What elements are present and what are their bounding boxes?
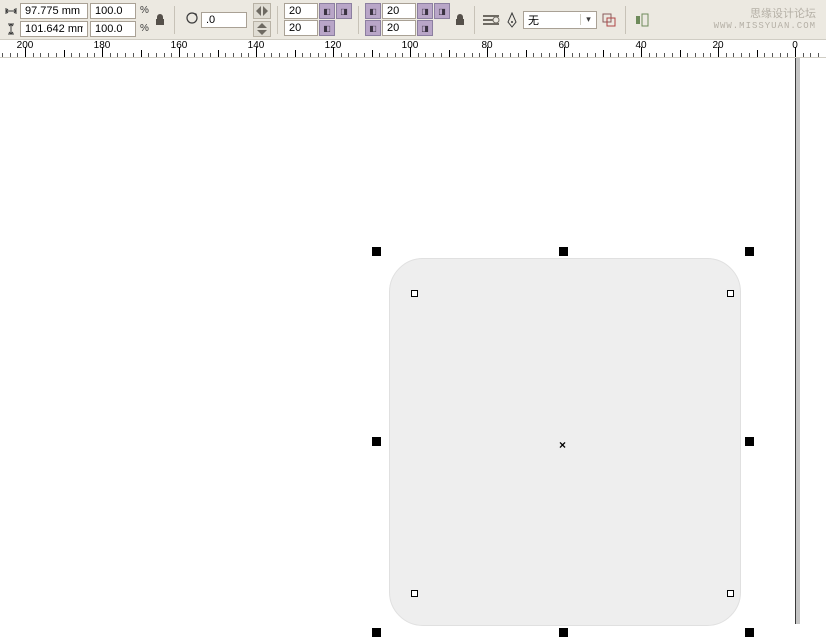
scale-x-input[interactable]: [90, 3, 136, 19]
corner-top-toggle-3[interactable]: ◨: [434, 3, 450, 19]
rotate-icon: [185, 11, 199, 28]
ruler-label: 100: [402, 40, 419, 51]
ruler-label: 180: [94, 40, 111, 51]
corner-handle-tl[interactable]: [411, 290, 418, 297]
selection-handle-bl[interactable]: [372, 628, 381, 637]
center-marker: ×: [559, 438, 566, 452]
skew-bottom-input[interactable]: [284, 20, 318, 36]
mirror-horizontal-button[interactable]: [253, 3, 271, 19]
ruler-label: 160: [171, 40, 188, 51]
skew-group: ◧ ◨ ◧: [284, 3, 352, 36]
corner-top-toggle-2[interactable]: ◨: [417, 3, 433, 19]
separator: [474, 6, 475, 34]
outline-pen-icon[interactable]: [503, 12, 521, 28]
ruler-label: 200: [17, 40, 34, 51]
skew-top-input[interactable]: [284, 3, 318, 19]
object-manager-button[interactable]: [632, 12, 652, 28]
selection-handle-r[interactable]: [745, 437, 754, 446]
scale-group: % %: [90, 3, 150, 37]
outline-width-dropdown[interactable]: 无 ▾: [523, 11, 597, 29]
corner-bottom-input[interactable]: [382, 20, 416, 36]
selection-handle-l[interactable]: [372, 437, 381, 446]
x-position-input[interactable]: [20, 3, 88, 19]
ruler-label: 40: [635, 40, 646, 51]
skew-top-toggle-2[interactable]: ◨: [336, 3, 352, 19]
mirror-group: [249, 3, 271, 37]
corner-top-toggle[interactable]: ◧: [365, 3, 381, 19]
page-shadow: [796, 58, 800, 624]
selection-handle-tr[interactable]: [745, 247, 754, 256]
separator: [625, 6, 626, 34]
corner-handle-br[interactable]: [727, 590, 734, 597]
skew-top-toggle[interactable]: ◧: [319, 3, 335, 19]
mirror-vertical-button[interactable]: [253, 21, 271, 37]
position-group: [4, 3, 88, 37]
selection-handle-t[interactable]: [559, 247, 568, 256]
corner-group: ◧ ◨ ◨ ◧ ◨: [365, 3, 450, 36]
convert-to-curves-button[interactable]: [599, 12, 619, 28]
percent-label: %: [140, 23, 150, 34]
watermark: 思缘设计论坛 WWW.MISSYUAN.COM: [714, 8, 822, 32]
ruler-label: 0: [792, 40, 798, 51]
ruler-label: 140: [248, 40, 265, 51]
corner-handle-tr[interactable]: [727, 290, 734, 297]
watermark-line1: 思缘设计论坛: [714, 8, 816, 20]
corner-top-input[interactable]: [382, 3, 416, 19]
separator: [277, 6, 278, 34]
lock-aspect-icon[interactable]: [152, 13, 168, 27]
outline-width-label: 无: [524, 12, 580, 28]
ruler-label: 80: [481, 40, 492, 51]
height-icon: [4, 23, 18, 35]
y-position-input[interactable]: [20, 21, 88, 37]
chevron-down-icon: ▾: [580, 14, 596, 25]
separator: [358, 6, 359, 34]
scale-y-input[interactable]: [90, 21, 136, 37]
corner-handle-bl[interactable]: [411, 590, 418, 597]
rotation-input[interactable]: [201, 12, 247, 28]
horizontal-ruler[interactable]: 200180160140120100806040200: [0, 40, 826, 58]
ruler-label: 60: [558, 40, 569, 51]
percent-label: %: [140, 5, 150, 16]
rotation-group: [185, 11, 247, 28]
text-wrap-button[interactable]: [481, 12, 501, 28]
ruler-label: 20: [712, 40, 723, 51]
selection-handle-br[interactable]: [745, 628, 754, 637]
separator: [174, 6, 175, 34]
watermark-line2: WWW.MISSYUAN.COM: [714, 20, 816, 32]
selection-handle-tl[interactable]: [372, 247, 381, 256]
corner-bottom-toggle-2[interactable]: ◨: [417, 20, 433, 36]
width-icon: [4, 6, 18, 16]
property-toolbar: % % ◧ ◨ ◧: [0, 0, 826, 40]
skew-bottom-toggle[interactable]: ◧: [319, 20, 335, 36]
canvas[interactable]: ×: [0, 58, 826, 624]
lock-corner-icon[interactable]: [452, 13, 468, 27]
ruler-label: 120: [325, 40, 342, 51]
corner-bottom-toggle[interactable]: ◧: [365, 20, 381, 36]
selection-handle-b[interactable]: [559, 628, 568, 637]
